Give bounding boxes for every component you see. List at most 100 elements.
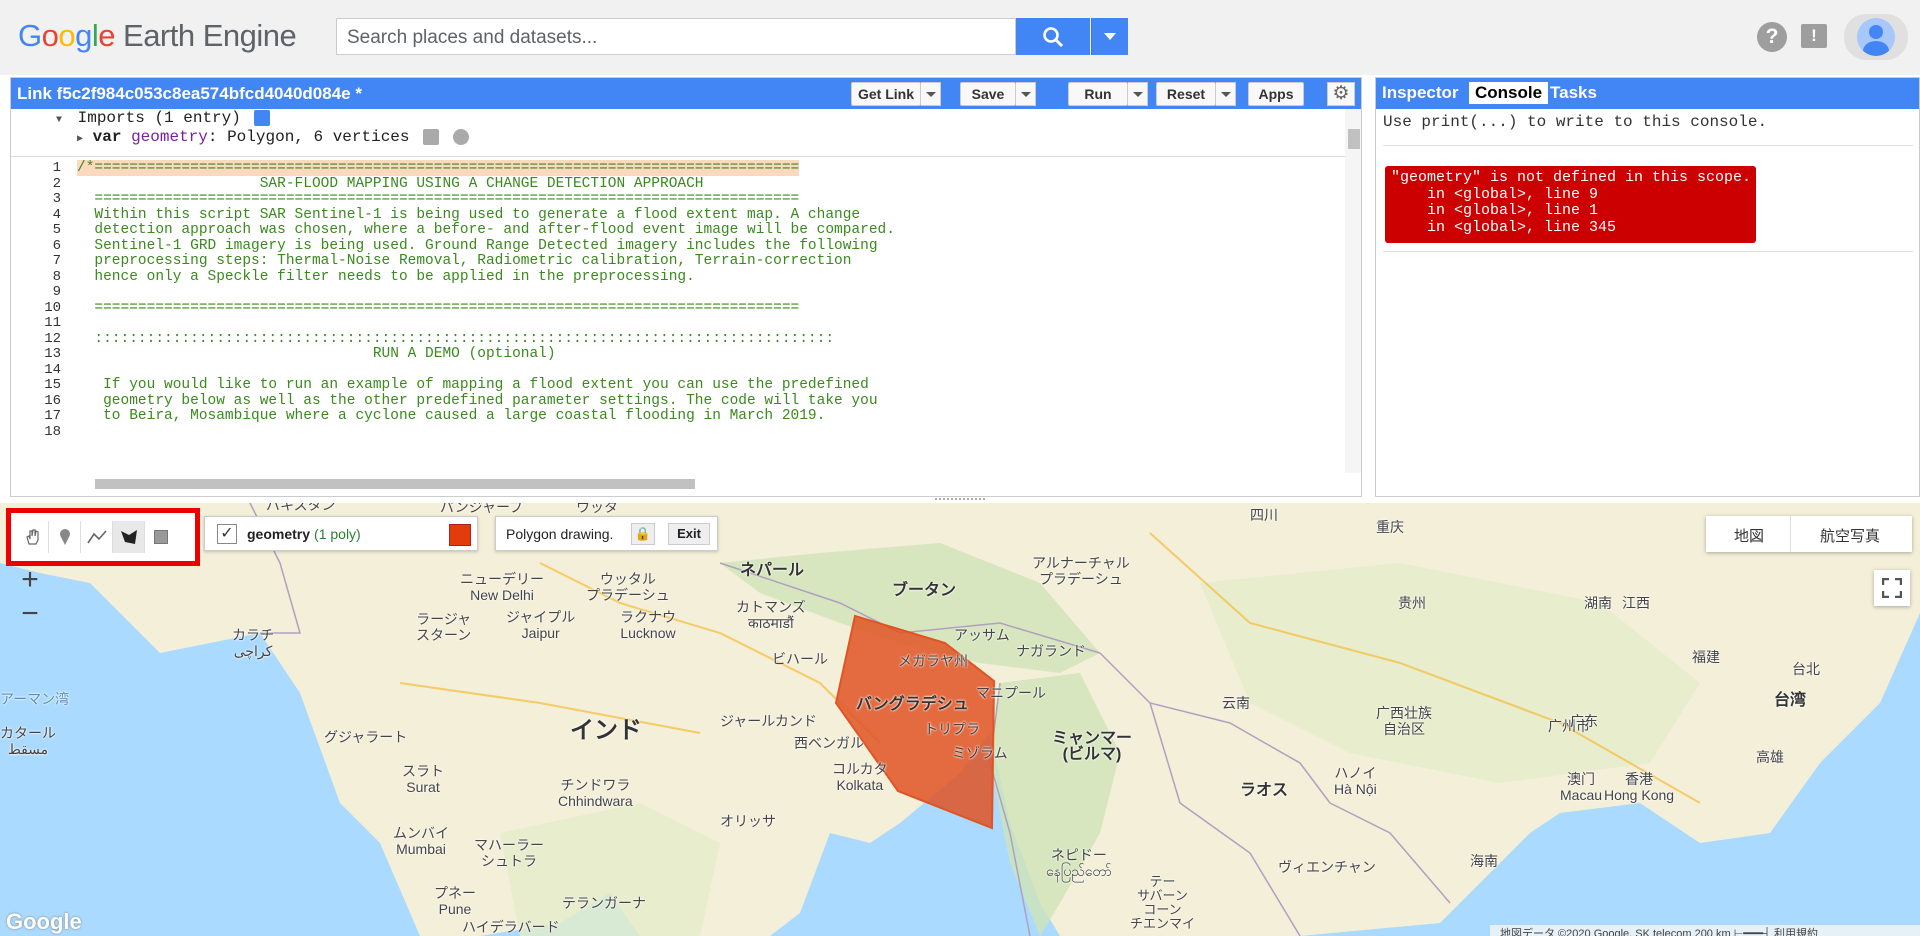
search-button[interactable] [1016, 18, 1090, 55]
output-panel: Inspector Console Tasks Use print(...) t… [1375, 77, 1920, 497]
map-label: ウッタル プラデーシュ [586, 571, 670, 603]
line-number: 13 [44, 346, 61, 362]
tab-inspector[interactable]: Inspector [1382, 83, 1459, 103]
line-number: 12 [44, 330, 61, 347]
fullscreen-button[interactable] [1874, 570, 1910, 606]
get-link-button[interactable]: Get Link [851, 82, 921, 106]
map-label: ネパール [740, 562, 805, 579]
tab-console[interactable]: Console [1469, 82, 1549, 104]
pan-hand-tool[interactable] [17, 521, 49, 553]
draw-rectangle-tool[interactable] [145, 521, 177, 553]
map-attribution[interactable]: 地図データ ©2020 Google, SK telecom 200 km ⊢━… [1490, 925, 1920, 936]
code-line[interactable]: RUN A DEMO (optional) [77, 346, 556, 362]
feedback-icon[interactable]: ! [1801, 24, 1827, 48]
map-label: ネピドー နေပြည်တော် [1046, 847, 1112, 879]
reset-button[interactable]: Reset [1156, 82, 1216, 106]
layer-checkbox[interactable]: ✓ [217, 524, 237, 544]
scroll-thumb[interactable] [95, 479, 695, 489]
get-link-dropdown[interactable] [921, 82, 941, 106]
map-label: 广西壮族 自治区 [1376, 705, 1432, 737]
zoom-out-button[interactable]: − [12, 599, 48, 631]
save-button[interactable]: Save [960, 82, 1016, 106]
map-type-satellite[interactable]: 航空写真 [1820, 525, 1880, 546]
save-dropdown[interactable] [1016, 82, 1036, 106]
map-label: 西ベンガル [794, 735, 864, 751]
editor-vertical-scrollbar[interactable] [1345, 109, 1361, 473]
delete-icon[interactable] [452, 128, 469, 145]
map-label: 江西 [1622, 595, 1650, 611]
line-number: 16 [44, 392, 61, 409]
code-line[interactable]: If you would like to run an example of m… [77, 377, 869, 393]
draw-line-tool[interactable] [81, 521, 113, 553]
line-number: 14 [44, 361, 61, 378]
map-type-control: 地図 航空写真 [1706, 516, 1912, 552]
tab-tasks[interactable]: Tasks [1550, 83, 1597, 103]
divider [1790, 516, 1791, 552]
add-marker-tool[interactable] [49, 521, 81, 553]
zoom-in-button[interactable]: + [12, 565, 48, 597]
map-label: 澳门 Macau [1560, 771, 1603, 803]
code-area[interactable]: 1 2 3 4 5 6 7 8 9 10 11 12 13 14 15 16 17 18 /*==========… [11, 158, 1351, 473]
line-number: 15 [44, 377, 61, 393]
apps-button[interactable]: Apps [1248, 82, 1304, 106]
show-generated-code-icon[interactable] [254, 109, 271, 126]
line-number: 8 [52, 268, 61, 285]
exit-drawing-button[interactable]: Exit [668, 523, 710, 545]
import-entry-geometry[interactable]: ▶ var geometry: Polygon, 6 vertices [77, 128, 469, 146]
map-type-map[interactable]: 地図 [1734, 525, 1764, 546]
layer-color-swatch[interactable] [449, 524, 471, 546]
code-line[interactable]: SAR-FLOOD MAPPING USING A CHANGE DETECTI… [77, 176, 704, 192]
code-line[interactable]: preprocessing steps: Thermal-Noise Remov… [77, 253, 851, 269]
code-line[interactable]: ::::::::::::::::::::::::::::::::::::::::… [77, 331, 834, 347]
map-label: ラージャ スターン [416, 611, 472, 643]
gear-icon[interactable] [423, 128, 440, 145]
account-button[interactable] [1844, 14, 1908, 60]
console-hint: Use print(...) to write to this console. [1383, 113, 1768, 131]
layer-name[interactable]: geometry (1 poly) [247, 526, 361, 542]
console-error-message: "geometry" is not defined in this scope.… [1385, 166, 1756, 243]
code-line[interactable]: ========================================… [77, 300, 799, 316]
imports-header[interactable]: ▼ Imports (1 entry) [56, 109, 271, 127]
lock-icon[interactable]: 🔒 [631, 523, 655, 545]
code-line[interactable]: Within this script SAR Sentinel-1 is bei… [77, 207, 860, 223]
search-options-dropdown[interactable] [1091, 18, 1128, 55]
gear-icon[interactable]: ⚙ [1327, 82, 1355, 106]
line-number: 7 [52, 253, 61, 269]
code-line[interactable]: geometry below as well as the other pred… [77, 393, 877, 409]
chevron-down-icon [1020, 91, 1031, 97]
line-number: 9 [52, 284, 61, 300]
code-line[interactable]: to Beira, Mosambique where a cyclone cau… [77, 408, 825, 424]
line-number: 3 [52, 191, 61, 207]
search-input[interactable]: Search places and datasets... [336, 18, 1016, 55]
map-label: チンドワラ Chhindwara [558, 777, 633, 809]
code-line[interactable]: Sentinel-1 GRD imagery is being used. Gr… [77, 238, 877, 254]
run-dropdown[interactable] [1128, 82, 1148, 106]
code-line[interactable]: hence only a Speckle filter needs to be … [77, 269, 694, 285]
map-label: 四川 [1250, 507, 1278, 523]
line-number: 6 [52, 237, 61, 254]
code-line[interactable]: /*======================================… [77, 160, 800, 176]
reset-dropdown[interactable] [1216, 82, 1236, 106]
google-earth-engine-logo[interactable]: Google Earth Engine [18, 18, 297, 54]
code-line[interactable]: detection approach was chosen, where a b… [77, 222, 895, 238]
help-icon[interactable]: ? [1757, 22, 1787, 52]
scroll-thumb[interactable] [1348, 129, 1360, 149]
map-label: マニプール [976, 685, 1046, 701]
map-label: カタール مسقط [0, 725, 56, 757]
map-view[interactable]: インド バングラデシュ ミャンマー (ビルマ) ネパール ブータン ラオス 台湾… [0, 503, 1920, 936]
code-line[interactable]: ========================================… [77, 191, 799, 207]
map-label: ビハール [772, 651, 828, 667]
run-button[interactable]: Run [1068, 82, 1128, 106]
map-label: ジャールカンド [720, 713, 817, 729]
map-label: ラクナウ Lucknow [620, 609, 676, 641]
panel-resize-handle[interactable] [935, 498, 985, 502]
draw-polygon-tool[interactable] [113, 521, 145, 553]
output-tabs: Inspector Console Tasks [1376, 78, 1919, 109]
var-keyword: var [92, 128, 122, 146]
chevron-right-icon: ▶ [77, 134, 84, 145]
map-label: スラト Surat [402, 763, 444, 795]
map-label: オリッサ [720, 813, 776, 829]
editor-horizontal-scrollbar[interactable] [75, 476, 1325, 490]
map-label: ハイデラバード [462, 919, 560, 935]
polygon-icon [120, 530, 137, 544]
